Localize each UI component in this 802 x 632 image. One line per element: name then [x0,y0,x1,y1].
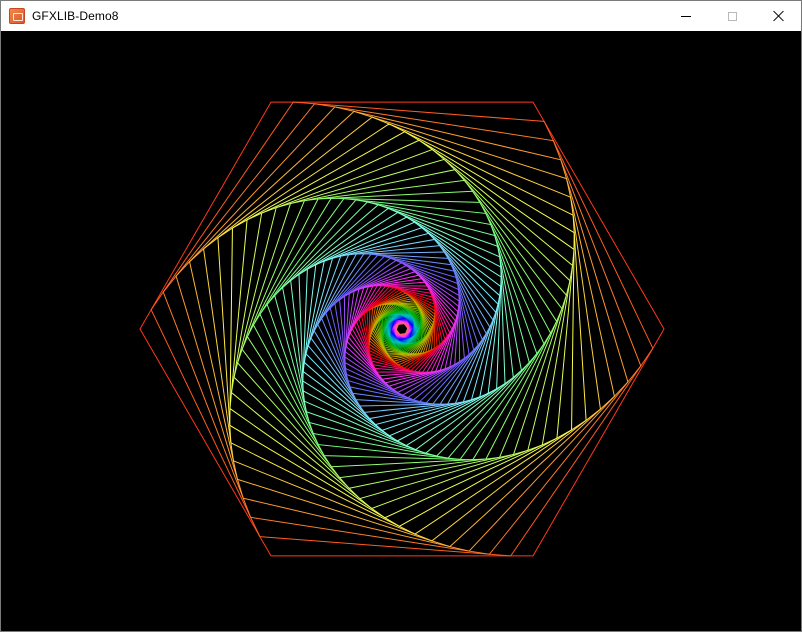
close-button[interactable] [755,1,801,31]
title-bar[interactable]: GFXLIB-Demo8 [1,1,801,31]
hexagon-spiral-graphic [139,101,665,557]
spiral-hexagon [313,251,491,407]
spiral-hexagon [307,238,497,420]
drawing-canvas [1,31,801,631]
spiral-hexagon [302,221,502,437]
minimize-icon [681,15,691,17]
spiral-hexagon [229,139,575,519]
spiral-hexagon [237,169,567,489]
spiral-hexagon [290,207,514,451]
spiral-hexagon [282,204,522,454]
spiral-hexagon [395,323,409,335]
spiral-hexagon [298,211,506,447]
window-controls [663,1,801,31]
spiral-hexagon [189,110,615,548]
spiral-hexagon [139,101,665,557]
spiral-hexagon [229,131,575,527]
app-icon [9,8,25,24]
minimize-button[interactable] [663,1,709,31]
spiral-hexagon [302,216,502,442]
spiral-hexagon [233,158,571,500]
spiral-hexagon [259,198,545,460]
spiral-hexagon [266,199,538,459]
window-title: GFXLIB-Demo8 [32,9,119,23]
spiral-hexagon [150,101,654,557]
close-icon [772,10,784,22]
spiral-hexagon [321,253,483,405]
maximize-icon [727,11,737,21]
maximize-button[interactable] [709,1,755,31]
spiral-lines [139,101,665,557]
app-window: GFXLIB-Demo8 [0,0,802,632]
